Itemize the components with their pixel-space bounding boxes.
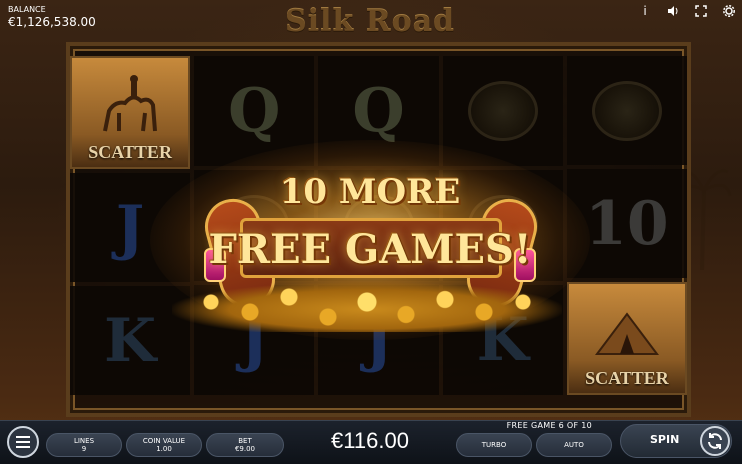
turbo-button[interactable]: TURBO (456, 433, 532, 457)
lines-selector[interactable]: LINES 9 (46, 433, 122, 457)
win-banner-line2: FREE GAMES! (208, 226, 532, 273)
desert-tent-icon (594, 311, 659, 355)
top-icon-bar: i (638, 4, 736, 18)
bet-selector[interactable]: BET €9.00 (206, 433, 284, 457)
coin-value-label: COIN VALUE (142, 436, 186, 445)
sound-icon[interactable] (666, 4, 680, 18)
menu-button[interactable] (7, 426, 39, 458)
win-amount: €116.00 (331, 428, 409, 453)
camel-rider-icon (103, 74, 158, 131)
balance-value: €1,126,538.00 (8, 15, 96, 29)
win-banner-line1: 10 MORE (279, 172, 461, 212)
lines-value: 9 (81, 445, 87, 453)
scatter-label: SCATTER (88, 142, 172, 162)
refresh-arrows-icon (708, 433, 722, 449)
balance-label: BALANCE (8, 5, 46, 14)
turbo-label: TURBO (481, 440, 507, 449)
settings-icon[interactable] (722, 4, 736, 18)
bowl-icon (467, 81, 538, 142)
coin-value: 1.00 (156, 445, 172, 453)
auto-button[interactable]: AUTO (536, 433, 612, 457)
scatter-label: SCATTER (585, 368, 669, 388)
scatter-symbol: SCATTER (566, 282, 688, 395)
bowl-icon (591, 80, 662, 141)
gold-coins-pile (172, 282, 562, 332)
scatter-symbol: SCATTER (70, 56, 191, 169)
lines-label: LINES (73, 436, 95, 445)
free-game-status: FREE GAME 6 OF 10 (506, 421, 592, 430)
bet-label: BET (238, 436, 252, 445)
spin-refresh-icon[interactable] (700, 426, 730, 456)
bowl-symbol (566, 56, 688, 165)
bet-value: €9.00 (234, 445, 256, 453)
fullscreen-icon[interactable] (694, 4, 708, 18)
spin-label: SPIN (650, 433, 680, 446)
info-icon[interactable]: i (638, 4, 652, 18)
coin-value-selector[interactable]: COIN VALUE 1.00 (126, 433, 202, 457)
auto-label: AUTO (564, 440, 584, 449)
game-logo: Silk Road (284, 4, 456, 39)
hamburger-icon (16, 441, 30, 443)
